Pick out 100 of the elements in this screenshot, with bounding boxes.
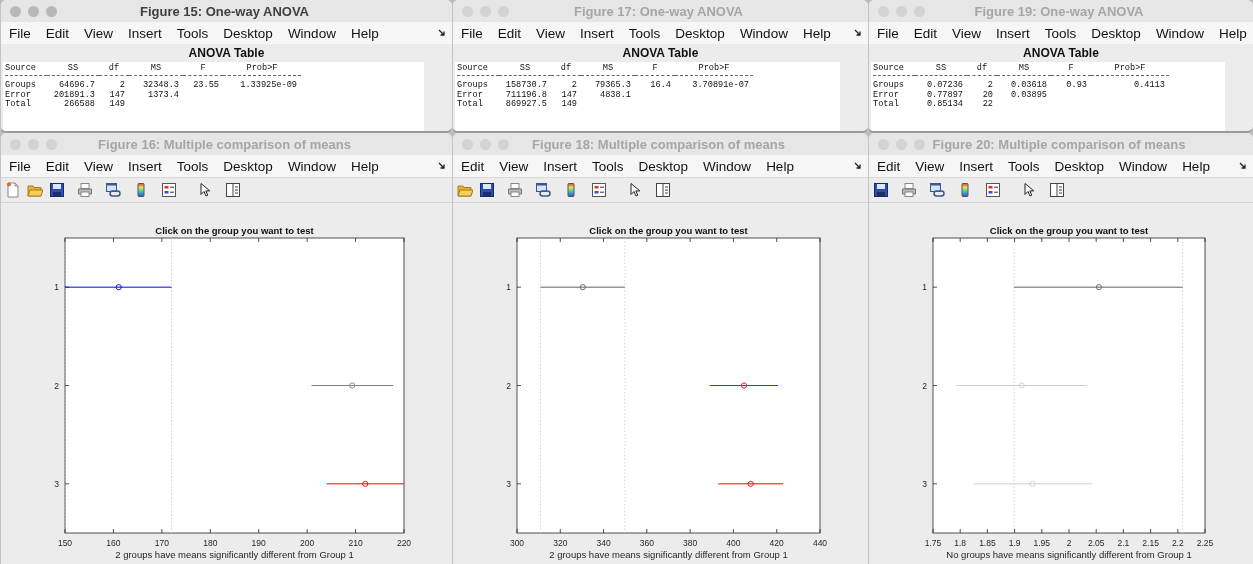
table-cell-text: 147 [560,90,578,100]
tick-label: 150 [57,538,73,548]
axis-label: No groups have means significantly different from Group 1 [945,549,1193,560]
tick-label: 1.95 [1033,538,1051,548]
tick-label: 170 [154,538,169,548]
table-cell-text: 79365.3 [593,81,632,91]
column-header: SS [47,64,99,77]
column-header: F [1051,64,1091,77]
column-header: df [551,64,581,77]
tick-label: 210 [348,538,363,548]
tick-label: 1 [506,282,511,293]
window-title: Figure 16: Multiple comparison of means [97,136,352,152]
window-title: Figure 15: One-way ANOVA [138,3,310,19]
tick-label: 160 [106,538,121,548]
tick-label: 180 [203,538,218,548]
table-cell-text: 0.03895 [1009,90,1048,101]
tick-label: 2.25 [1196,538,1214,548]
tick-label: 3 [922,478,927,489]
window-title: Figure 18: Multiple comparison of means [531,136,786,152]
table-cell-text: 1.33925e-09 [239,81,298,91]
column-header: F [183,64,223,77]
table-cell-text: 3.70891e-07 [691,81,750,91]
table-cell-text: Groups [457,81,489,91]
tick-label: 420 [769,538,784,548]
table-cell-text: 20 [981,90,994,100]
tick-label: 1.75 [924,538,942,548]
tick-label: 3 [54,478,59,489]
table-cell-text: 2 [118,81,126,91]
table-cell-text: 149 [560,100,578,110]
table-cell-text: 23.55 [192,81,220,91]
table-cell-text: 147 [108,90,126,100]
table-cell-text: 158730.7 [504,81,548,91]
tick-label: 200 [300,538,315,548]
table-cell-text: 0.03618 [1009,81,1048,91]
column-header: MS [129,64,183,77]
column-header: df [99,64,129,77]
tick-label: 1.9 [1008,538,1021,548]
column-header: MS [997,64,1051,77]
tick-label: 2.1 [1117,538,1130,548]
table-cell-text: Total [873,100,900,110]
plot-title: Click on the group you want to test [154,225,315,236]
table-cell-text: Groups [873,81,905,91]
window-title: Figure 20: Multiple comparison of means [931,136,1187,152]
column-header: SS [499,64,551,77]
table-cell-text: Groups [5,81,37,91]
column-header: Source [873,64,915,77]
tick-label: 2 [54,380,59,391]
column-header: df [967,64,997,77]
tick-label: 2.15 [1142,538,1159,548]
table-cell-text: Error [873,90,900,100]
table-cell-text: 22 [981,100,994,110]
table-cell-text: Total [5,100,32,110]
tick-label: 380 [683,538,698,548]
table-cell-text: 2 [570,81,578,91]
tick-label: 1 [922,282,927,293]
tick-label: 2 [922,380,927,391]
column-header: Source [457,64,499,77]
column-header: Prob>F [675,64,753,77]
table-cell-text: 1373.4 [147,90,180,101]
column-header: SS [915,64,967,77]
column-header: F [635,64,675,77]
axis-label: 2 groups have means significantly different from Group 1 [548,549,789,560]
window-title: Figure 19: One-way ANOVA [973,3,1145,19]
tick-label: 220 [396,538,412,548]
tick-label: 1 [54,282,59,293]
table-cell-text: 2 [986,81,994,91]
table-cell-text: 266588 [63,100,96,110]
table-cell-text: 16.4 [649,81,672,91]
column-header: Prob>F [223,64,301,77]
tick-label: 340 [596,538,611,548]
column-header: MS [581,64,635,77]
axis-label: 2 groups have means significantly different from Group 1 [114,549,355,560]
table-cell-text: 0.4113 [1133,81,1166,91]
tick-label: 440 [812,538,828,548]
table-cell-text: 0.85134 [925,100,964,110]
table-cell-text: 4838.1 [599,90,632,101]
table-cell-text: 711196.8 [504,90,548,100]
table-cell-text: 149 [108,100,126,110]
table-cell-text: 64696.7 [57,81,96,91]
tick-label: 1.8 [954,538,967,548]
tick-label: 2 [506,380,511,391]
column-header: Prob>F [1091,64,1169,77]
tick-label: 300 [509,538,525,548]
table-cell-text: 0.93 [1065,81,1088,91]
table-cell-text: 32348.3 [141,81,180,91]
table-cell-text: Total [457,100,484,110]
table-cell-text: Error [5,90,32,100]
tick-label: 400 [726,538,741,548]
plot-title: Click on the group you want to test [588,225,749,236]
table-cell-text: 201891.3 [52,90,96,100]
tick-label: 2.2 [1171,538,1184,548]
table-cell-text: Error [457,90,484,100]
tick-label: 1.85 [979,538,996,548]
tick-label: 360 [639,538,654,548]
table-cell-text: 0.07236 [925,81,964,91]
window-title: Figure 17: One-way ANOVA [572,3,744,19]
plot-title: Click on the group you want to test [988,225,1150,236]
tick-label: 320 [553,538,568,548]
tick-label: 2.05 [1087,538,1105,548]
tick-label: 2 [1066,538,1072,548]
